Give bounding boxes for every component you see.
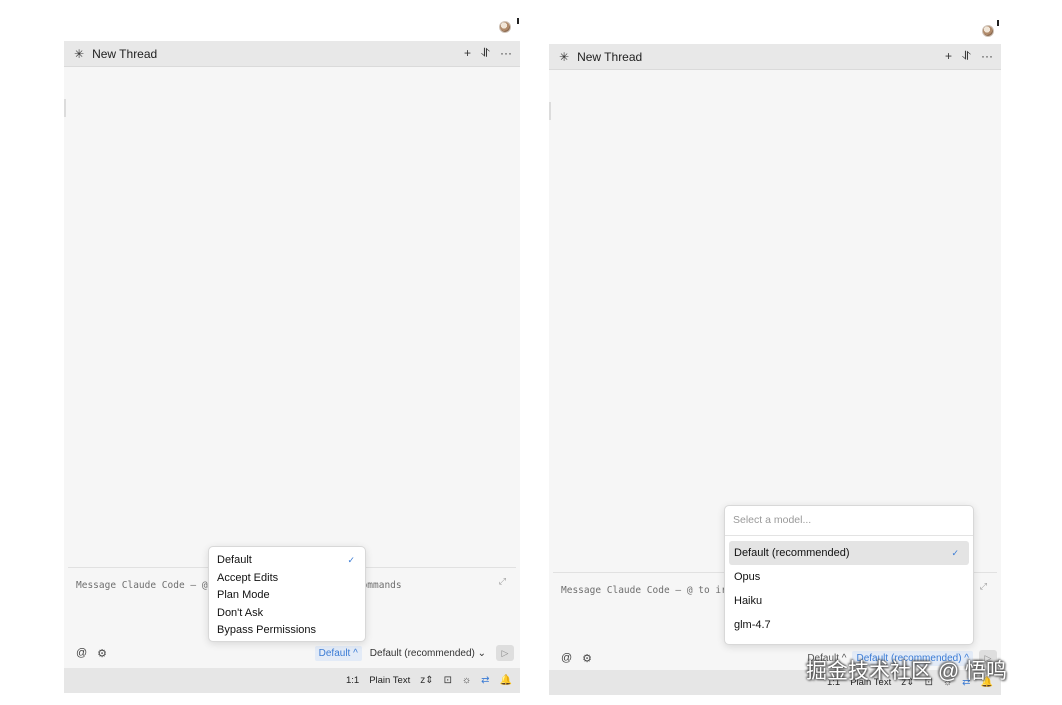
mode-option-bypass-permissions[interactable]: Bypass Permissions <box>217 622 357 640</box>
at-mention-icon[interactable]: @ <box>76 647 87 659</box>
expand-icon[interactable]: ⤢ <box>499 576 506 587</box>
sync-icon[interactable]: ⇄ <box>481 675 489 686</box>
model-option-haiku[interactable]: Haiku <box>729 589 969 613</box>
asterisk-icon: ✳ <box>74 46 85 61</box>
check-icon: ✓ <box>347 555 355 565</box>
list-icon[interactable]: ⥯ <box>481 46 490 61</box>
mode-option-plan-mode[interactable]: Plan Mode <box>217 587 357 605</box>
settings-icon[interactable]: ⚙ <box>582 652 592 665</box>
watermark: 掘金技术社区 @ 悟鸣 <box>806 660 1007 683</box>
model-option-opus[interactable]: Opus <box>729 565 969 589</box>
mode-option-dont-ask[interactable]: Don't Ask <box>217 605 357 623</box>
plus-icon[interactable]: + <box>464 46 471 61</box>
language-mode[interactable]: Plain Text <box>369 675 410 686</box>
thread-title: New Thread <box>577 49 643 64</box>
model-menu: Select a model... Default (recommended) … <box>724 505 974 645</box>
panel-icon[interactable]: ⊡ <box>444 675 452 686</box>
window-edge <box>517 18 519 24</box>
model-search-input[interactable]: Select a model... <box>725 506 973 536</box>
window-edge <box>997 20 999 26</box>
composer-toolbar: @ ⚙ Default ^ Default (recommended) ⌄ ▷ <box>64 642 520 664</box>
expand-icon[interactable]: ⤢ <box>980 581 987 592</box>
model-option-glm[interactable]: glm-4.7 <box>729 613 969 637</box>
panel-header: ✳ New Thread + ⥯ ··· <box>549 44 1001 70</box>
model-option-default[interactable]: Default (recommended) ✓ <box>729 541 969 565</box>
more-icon[interactable]: ··· <box>981 49 993 64</box>
bug-icon[interactable]: ☼ <box>462 675 471 686</box>
send-button[interactable]: ▷ <box>496 645 514 661</box>
list-icon[interactable]: ⥯ <box>962 49 971 64</box>
thread-title: New Thread <box>92 46 158 61</box>
header-actions: + ⥯ ··· <box>945 49 993 64</box>
mode-select-button[interactable]: Default ^ <box>314 645 362 661</box>
asterisk-icon: ✳ <box>559 49 570 64</box>
at-mention-icon[interactable]: @ <box>561 652 572 664</box>
composer-placeholder: Message Claude Code — @ to ir <box>561 585 727 596</box>
model-select-button[interactable]: Default (recommended) ⌄ <box>370 648 486 659</box>
check-icon: ✓ <box>951 547 959 558</box>
header-actions: + ⥯ ··· <box>464 46 512 61</box>
settings-icon[interactable]: ⚙ <box>97 647 107 660</box>
mode-menu: Default ✓ Accept Edits Plan Mode Don't A… <box>208 546 366 642</box>
scroll-edge <box>64 99 66 117</box>
bell-icon[interactable]: 🔔 <box>500 675 512 686</box>
plus-icon[interactable]: + <box>945 49 952 64</box>
scroll-edge <box>549 102 551 120</box>
panel-header: ✳ New Thread + ⥯ ··· <box>64 41 520 67</box>
more-icon[interactable]: ··· <box>500 46 512 61</box>
sleep-icon[interactable]: z⇕ <box>420 675 433 686</box>
status-bar: 1:1 Plain Text z⇕ ⊡ ☼ ⇄ 🔔 <box>64 668 520 693</box>
cursor-ratio[interactable]: 1:1 <box>346 675 359 686</box>
avatar[interactable] <box>499 21 511 33</box>
mode-option-accept-edits[interactable]: Accept Edits <box>217 570 357 588</box>
avatar[interactable] <box>982 25 994 37</box>
mode-option-default[interactable]: Default ✓ <box>217 552 357 570</box>
